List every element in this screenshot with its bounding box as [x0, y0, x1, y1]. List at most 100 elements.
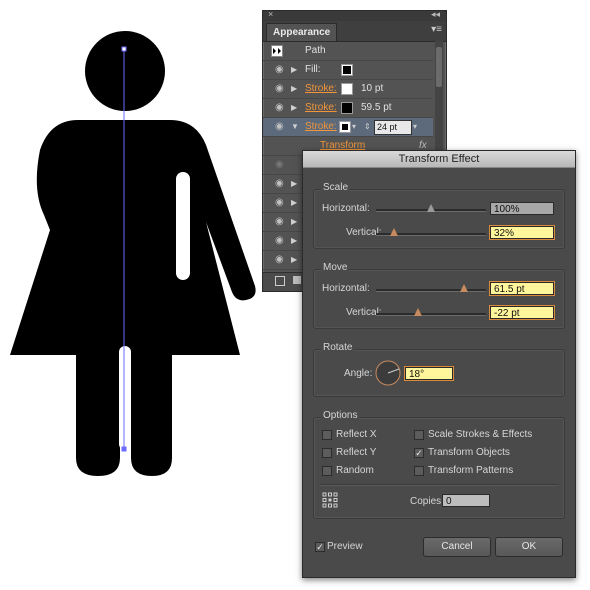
transform-patterns-checkbox[interactable]	[414, 466, 424, 476]
stroke-label[interactable]: Stroke:	[305, 99, 337, 117]
fill-label: Fill:	[305, 64, 321, 75]
visibility-eye-icon[interactable]: ◉	[275, 251, 284, 269]
scale-group-title: Scale	[321, 182, 351, 193]
transform-effect-dialog: Transform Effect Scale Horizontal: 100% …	[302, 150, 576, 578]
expand-triangle-icon[interactable]: ▶	[291, 194, 297, 212]
reflect-x-checkbox[interactable]	[322, 430, 332, 440]
transform-objects-label[interactable]: Transform Objects	[428, 447, 510, 458]
transform-patterns-label[interactable]: Transform Patterns	[428, 465, 513, 476]
rotate-group: Rotate Angle: 18°	[313, 342, 565, 397]
expand-triangle-icon[interactable]: ▶	[291, 175, 297, 193]
new-fill-icon[interactable]	[293, 276, 301, 284]
scale-group: Scale Horizontal: 100% Vertical: 32%	[313, 182, 565, 249]
expand-triangle-icon[interactable]: ▶	[291, 232, 297, 250]
expand-triangle-icon[interactable]: ▶	[291, 213, 297, 231]
visibility-eye-icon[interactable]: ◉	[275, 232, 284, 250]
ok-button[interactable]: OK	[495, 537, 563, 557]
move-vertical-knob[interactable]	[413, 308, 422, 316]
visibility-eye-icon[interactable]: ◉	[275, 118, 284, 136]
scale-vertical-input[interactable]: 32%	[490, 226, 554, 239]
appearance-row-path[interactable]: Path	[263, 42, 433, 61]
stroke-swatch-white[interactable]	[341, 83, 353, 95]
weight-dropdown-icon[interactable]: ▾	[413, 118, 417, 136]
move-horizontal-knob[interactable]	[460, 284, 468, 292]
appearance-row-stroke-2[interactable]: ◉ ▶ Stroke: 59.5 pt	[263, 99, 433, 118]
stroke-label[interactable]: Stroke:	[305, 118, 337, 136]
path-label: Path	[305, 45, 326, 56]
expand-triangle-icon[interactable]: ▶	[291, 80, 297, 98]
stroke-weight-input[interactable]: 24 pt	[374, 120, 412, 135]
preview-checkbox[interactable]: ✓	[315, 542, 325, 552]
visibility-eye-icon[interactable]: ◉	[275, 61, 284, 79]
stepper-icon[interactable]: ⇕	[364, 118, 371, 136]
scale-vertical-slider[interactable]	[376, 228, 486, 236]
appearance-row-stroke-1[interactable]: ◉ ▶ Stroke: 10 pt	[263, 80, 433, 99]
move-group-title: Move	[321, 262, 350, 273]
figure-leg-right	[131, 340, 172, 476]
dialog-title: Transform Effect	[303, 151, 575, 168]
visibility-eye-icon[interactable]: ◉	[275, 80, 284, 98]
copies-input[interactable]: 0	[442, 494, 490, 507]
scrollbar-thumb[interactable]	[436, 47, 442, 87]
reflect-x-label[interactable]: Reflect X	[336, 429, 377, 440]
options-divider	[320, 484, 558, 486]
expand-triangle-icon[interactable]: ▶	[291, 251, 297, 269]
leg-gap	[119, 346, 131, 450]
figure-head	[85, 31, 165, 111]
woman-figure	[10, 31, 256, 476]
move-group: Move Horizontal: 61.5 pt Vertical: -22 p…	[313, 262, 565, 329]
visibility-eye-icon[interactable]: ◉	[275, 156, 284, 174]
panel-menu-icon[interactable]: ▾≡	[431, 24, 442, 35]
new-stroke-icon[interactable]	[275, 276, 285, 286]
scale-strokes-checkbox[interactable]	[414, 430, 424, 440]
transform-objects-checkbox[interactable]: ✓	[414, 448, 424, 458]
expand-triangle-icon[interactable]: ▶	[291, 61, 297, 79]
scale-vertical-knob[interactable]	[389, 228, 398, 236]
expand-triangle-icon[interactable]: ▶	[291, 99, 297, 117]
angle-dial-icon[interactable]	[375, 360, 401, 386]
anchor-point-bottom[interactable]	[121, 446, 127, 452]
appearance-row-stroke-3[interactable]: ◉ ▼ Stroke: ▾ ⇕ 24 pt ▾	[263, 118, 433, 137]
stroke-swatch-black[interactable]	[341, 102, 353, 114]
options-group-title: Options	[321, 410, 360, 421]
move-horizontal-slider[interactable]	[376, 284, 486, 292]
collapse-triangle-icon[interactable]: ▼	[291, 118, 299, 136]
visibility-eye-icon[interactable]: ◉	[275, 194, 284, 212]
scale-horizontal-knob[interactable]	[427, 204, 435, 212]
appearance-row-fill[interactable]: ◉ ▶ Fill:	[263, 61, 433, 80]
move-horizontal-input[interactable]: 61.5 pt	[490, 282, 554, 295]
scale-strokes-label[interactable]: Scale Strokes & Effects	[428, 429, 532, 440]
random-checkbox[interactable]	[322, 466, 332, 476]
figure-leg-left	[76, 340, 120, 476]
visibility-eye-icon[interactable]: ◉	[275, 213, 284, 231]
options-group: Options Reflect X Reflect Y Random Scale…	[313, 410, 565, 519]
rotate-group-title: Rotate	[321, 342, 355, 353]
move-horizontal-label: Horizontal:	[322, 283, 370, 294]
reflect-y-label[interactable]: Reflect Y	[336, 447, 376, 458]
scale-horizontal-input[interactable]: 100%	[490, 202, 554, 215]
artwork-canvas	[10, 31, 256, 476]
rotate-angle-label: Angle:	[344, 368, 373, 379]
stroke-weight-value: 10 pt	[361, 83, 384, 94]
panel-collapse-icon[interactable]: ◂◂	[431, 9, 440, 20]
visibility-eye-icon[interactable]: ◉	[275, 175, 284, 193]
panel-close-icon[interactable]: ×	[268, 9, 273, 19]
preview-label[interactable]: Preview	[327, 541, 363, 552]
random-label[interactable]: Random	[336, 465, 374, 476]
scale-horizontal-slider[interactable]	[376, 204, 486, 212]
reference-point-locator-icon[interactable]	[322, 492, 338, 508]
stroke-swatch-selected[interactable]	[339, 121, 351, 133]
visibility-eye-icon[interactable]: ◉	[275, 99, 284, 117]
panel-top-strip: × ◂◂	[263, 9, 446, 21]
anchor-point-top[interactable]	[121, 46, 127, 52]
cancel-button[interactable]: Cancel	[423, 537, 491, 557]
reflect-y-checkbox[interactable]	[322, 448, 332, 458]
stroke-weight-value: 59.5 pt	[361, 102, 392, 113]
swatch-dropdown-icon[interactable]: ▾	[352, 118, 356, 136]
move-vertical-input[interactable]: -22 pt	[490, 306, 554, 319]
fill-swatch[interactable]	[341, 64, 353, 76]
move-vertical-slider[interactable]	[376, 308, 486, 316]
tab-appearance[interactable]: Appearance	[266, 23, 338, 41]
rotate-angle-input[interactable]: 18°	[405, 367, 453, 380]
stroke-label[interactable]: Stroke:	[305, 80, 337, 98]
